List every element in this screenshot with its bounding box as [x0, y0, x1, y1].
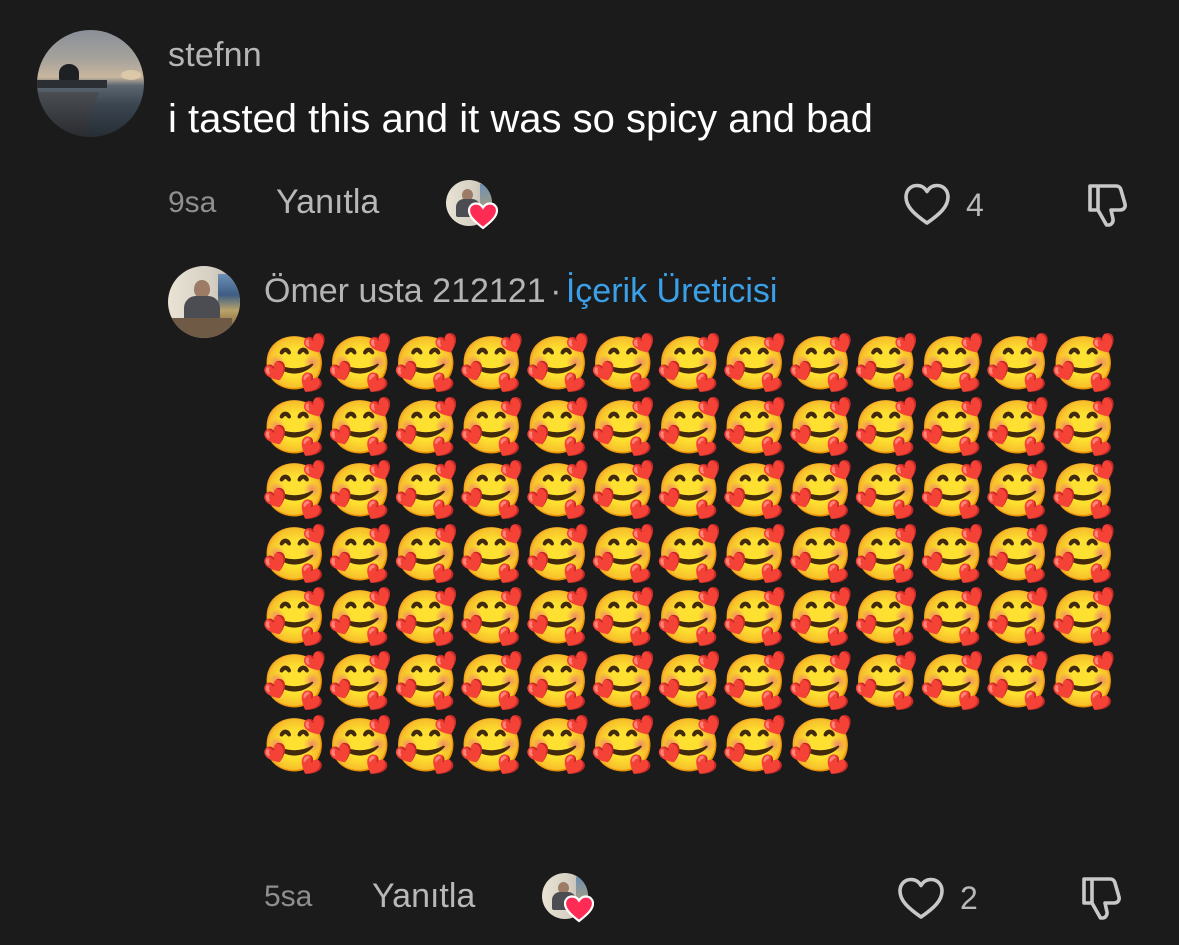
thumbs-down-outline-icon[interactable]	[1082, 180, 1134, 230]
reply-username[interactable]: Ömer usta 212121	[264, 272, 546, 310]
heart-filled-icon	[564, 895, 594, 923]
heart-outline-icon[interactable]	[896, 875, 946, 921]
heart-filled-icon	[468, 202, 498, 230]
reply-header: Ömer usta 212121 · İçerik Üreticisi	[264, 272, 777, 311]
commenter-avatar[interactable]	[37, 30, 144, 137]
reply-separator: ·	[550, 272, 562, 310]
creator-badge: İçerik Üreticisi	[565, 272, 778, 310]
reply-text: 🥰🥰🥰🥰🥰🥰🥰🥰🥰🥰🥰🥰🥰🥰🥰🥰🥰🥰🥰🥰🥰🥰🥰🥰🥰🥰🥰🥰🥰🥰🥰🥰🥰🥰🥰🥰🥰🥰🥰🥰…	[262, 334, 1117, 776]
comment-text: i tasted this and it was so spicy and ba…	[168, 97, 873, 141]
comment-like-count: 4	[966, 187, 984, 223]
reply-reply-button[interactable]: Yanıtla	[372, 877, 475, 916]
reply-like-count: 2	[960, 880, 978, 916]
creator-avatar[interactable]	[168, 266, 240, 338]
comment-reply-button[interactable]: Yanıtla	[276, 183, 379, 222]
reply-timestamp: 5sa	[264, 880, 313, 913]
comment-timestamp: 9sa	[168, 186, 217, 219]
heart-outline-icon[interactable]	[902, 181, 952, 227]
creator-liked-badge	[446, 180, 498, 230]
thumbs-down-outline-icon[interactable]	[1076, 873, 1128, 923]
creator-liked-badge	[542, 873, 594, 923]
comment-username[interactable]: stefnn	[168, 36, 262, 75]
